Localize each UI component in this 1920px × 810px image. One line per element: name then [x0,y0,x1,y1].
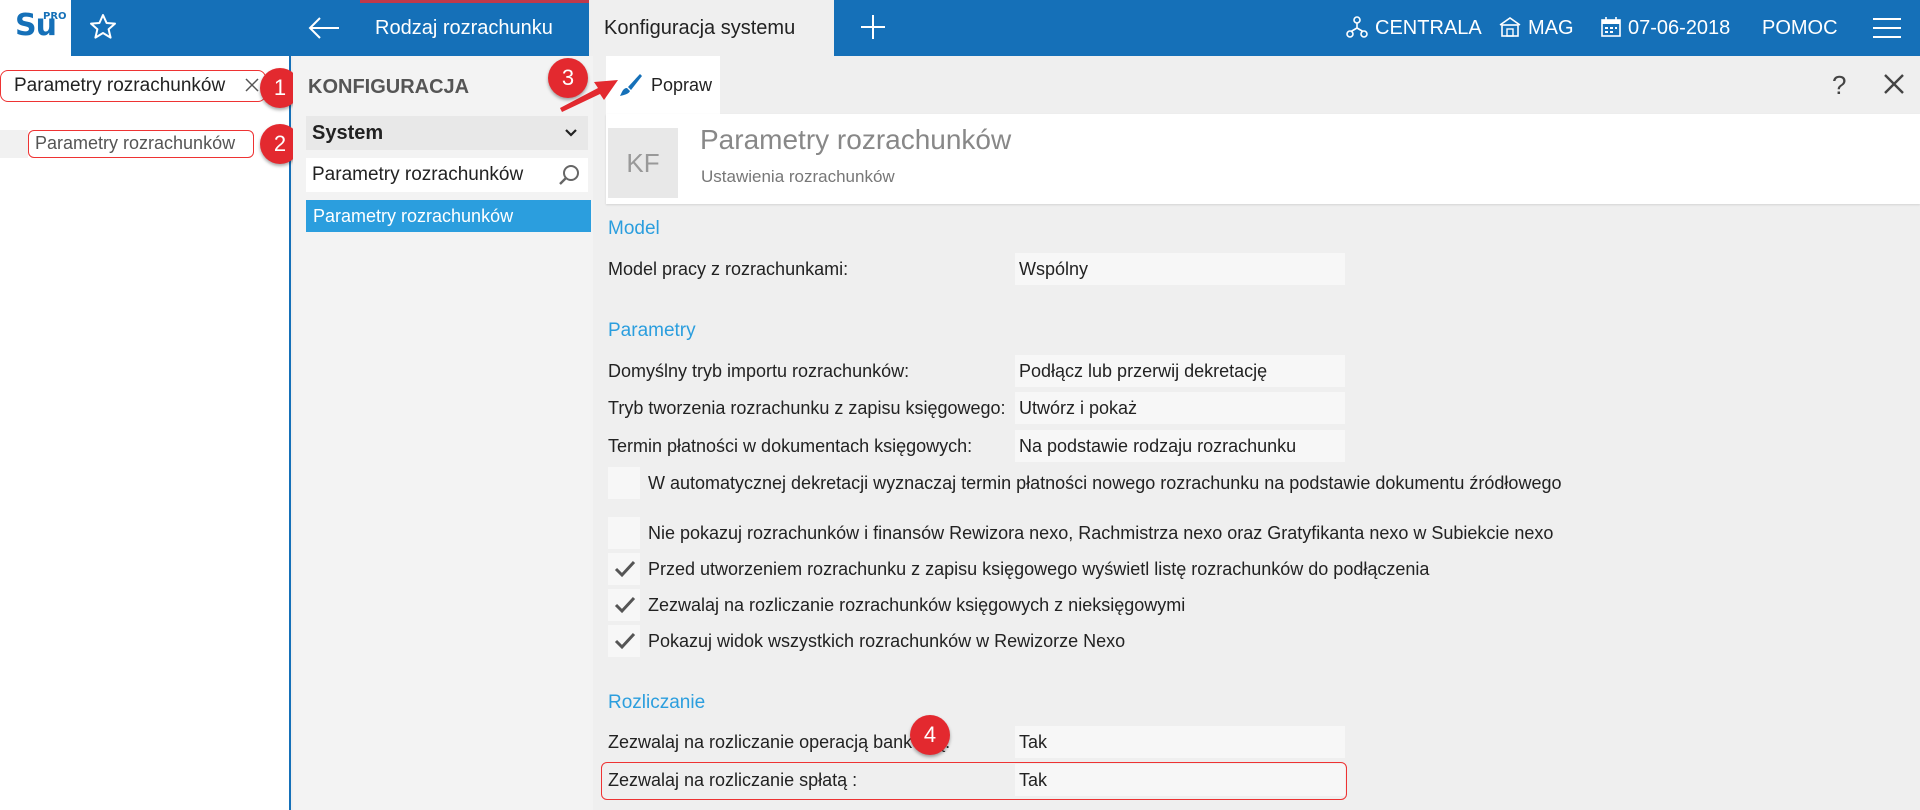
warehouse-icon [1499,16,1521,37]
tryb-importu-field[interactable]: Podłącz lub przerwij dekretację [1015,355,1345,387]
field-label: Tryb tworzenia rozrachunku z zapisu księ… [608,398,1006,418]
result-marker [0,130,28,158]
checkbox-nie-pokazuj[interactable] [608,517,640,549]
callout-highlight-4 [601,762,1347,800]
main-toolbar: Popraw ? [606,56,1920,114]
left-search-panel: Parametry rozrachunków Parametry rozrach… [0,56,291,810]
top-bar: Su PRO Rodzaj rozrachunku Konfiguracja s… [0,0,1920,56]
field-label: Domyślny tryb importu rozrachunków: [608,361,910,381]
config-title: KONFIGURACJA [308,76,470,98]
date-selector[interactable]: 07-06-2018 [1600,0,1730,56]
checkbox-rozliczanie-nieksiegowe[interactable] [608,589,640,621]
centrala-label: CENTRALA [1375,17,1482,39]
checkbox-label: Zezwalaj na rozliczanie rozrachunków ksi… [648,595,1186,615]
popraw-button[interactable]: Popraw [606,56,720,114]
tab-konfiguracja-systemu[interactable]: Konfiguracja systemu [589,0,834,56]
check-icon [614,632,636,650]
logo-badge: PRO [43,11,67,22]
config-search-value: Parametry rozrachunków [312,164,524,185]
callout-badge-3: 3 [548,58,588,98]
app-logo[interactable]: Su PRO [0,0,71,56]
checkbox-widok-rewizor[interactable] [608,625,640,657]
mag-label: MAG [1528,17,1574,39]
page-header: KF Parametry rozrachunków Ustawienia roz… [606,114,1920,204]
mag-selector[interactable]: MAG [1498,0,1574,56]
section-rozliczanie: Rozliczanie [608,692,706,713]
centrala-selector[interactable]: CENTRALA [1345,0,1482,56]
date-label: 07-06-2018 [1628,17,1731,39]
checkbox-termin-automatyczny[interactable] [608,467,640,499]
global-search-value: Parametry rozrachunków [14,75,226,96]
search-icon[interactable] [558,164,580,186]
system-select-value: System [312,122,384,144]
termin-platnosci-field[interactable]: Na podstawie rodzaju rozrachunku [1015,430,1345,462]
field-label: Zezwalaj na rozliczanie operacją bankową… [608,732,951,752]
help-button[interactable]: ? [1832,70,1846,101]
checkbox-label: Pokazuj widok wszystkich rozrachunków w … [648,631,1126,651]
pomoc-button[interactable]: POMOC [1762,0,1838,56]
tab-rodzaj-rozrachunku[interactable]: Rodzaj rozrachunku [360,0,589,56]
module-badge: KF [608,128,678,198]
favorite-star-icon[interactable] [88,12,118,42]
chevron-down-icon [565,129,577,137]
search-result-item[interactable]: Parametry rozrachunków [28,130,254,158]
check-icon [614,560,636,578]
checkbox-label: Nie pokazuj rozrachunków i finansów Rewi… [648,523,1554,543]
check-icon [614,596,636,614]
section-model: Model [608,218,660,239]
field-label: Model pracy z rozrachunkami: [608,259,849,279]
network-icon [1346,15,1368,38]
checkbox-label: W automatycznej dekretacji wyznaczaj ter… [648,473,1562,493]
page-subtitle: Ustawienia rozrachunków [701,167,895,186]
model-pracy-field[interactable]: Wspólny [1015,253,1345,285]
close-icon[interactable] [1882,72,1906,96]
checkbox-label: Przed utworzeniem rozrachunku z zapisu k… [648,559,1430,579]
new-tab-plus-icon[interactable] [858,12,888,42]
hamburger-menu-icon[interactable] [1873,17,1901,39]
field-label: Termin płatności w dokumentach księgowyc… [608,436,973,456]
global-search-input[interactable]: Parametry rozrachunków [0,70,266,102]
calendar-icon [1601,16,1621,37]
popraw-label: Popraw [651,75,713,95]
config-item-parametry-rozrachunkow[interactable]: Parametry rozrachunków [306,200,591,232]
system-select[interactable]: System [306,116,588,150]
rozliczanie-bankowa-field[interactable]: Tak [1015,726,1345,758]
page-title: Parametry rozrachunków [700,124,1012,155]
back-arrow-icon[interactable] [306,13,342,43]
callout-badge-4: 4 [910,715,950,755]
config-search-input[interactable]: Parametry rozrachunków [306,158,588,192]
section-parametry: Parametry [608,320,696,341]
config-nav-panel: KONFIGURACJA System Parametry rozrachunk… [293,56,593,810]
checkbox-lista-rozrachunkow[interactable] [608,553,640,585]
tryb-tworzenia-field[interactable]: Utwórz i pokaż [1015,392,1345,424]
